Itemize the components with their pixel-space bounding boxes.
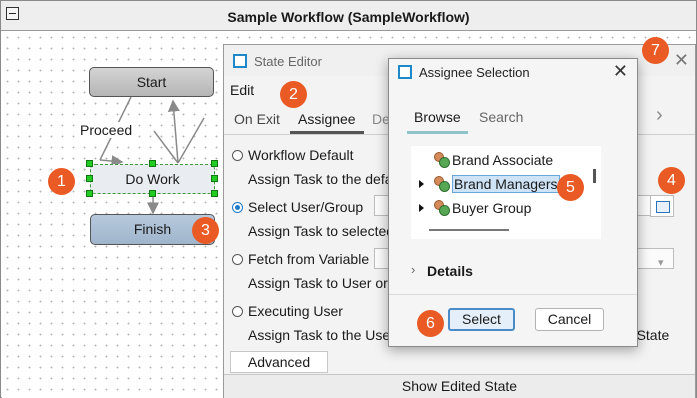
resize-handle[interactable] [211, 175, 218, 182]
node-start[interactable]: Start [89, 67, 214, 97]
expand-icon[interactable] [419, 204, 424, 212]
option-desc: Assign Task to the defa [248, 171, 393, 187]
resize-handle[interactable] [86, 160, 93, 167]
tab-on-exit[interactable]: On Exit [234, 111, 280, 127]
callout-badge: 2 [280, 81, 307, 108]
radio-icon[interactable] [232, 150, 243, 161]
expand-icon[interactable] [419, 180, 424, 188]
group-icon [433, 200, 450, 216]
workflow-titlebar: Sample Workflow (SampleWorkflow) [1, 1, 696, 31]
callout-badge: 5 [557, 174, 584, 201]
option-desc: Assign Task to selected [248, 223, 395, 239]
edge-loop-a [153, 130, 179, 164]
tree-item-label: Brand Managers [452, 175, 560, 193]
radio-icon[interactable] [232, 202, 243, 213]
workflow-title: Sample Workflow (SampleWorkflow) [227, 9, 470, 25]
dialog-title: Assignee Selection [419, 65, 530, 80]
divider [389, 294, 637, 295]
callout-badge: 3 [192, 217, 219, 244]
resize-handle[interactable] [149, 160, 156, 167]
tree-item-label: Brand Associate [452, 152, 554, 168]
chevron-down-icon: ▾ [658, 257, 664, 269]
callout-badge: 4 [658, 167, 685, 194]
option-executing-user[interactable]: Executing User [232, 303, 343, 319]
edge-label-proceed: Proceed [80, 122, 133, 138]
tab-browse[interactable]: Browse [407, 109, 468, 134]
option-label: Select User/Group [248, 199, 364, 215]
window-icon [233, 54, 247, 68]
details-toggle[interactable]: Details [427, 263, 473, 279]
option-desc: Assign Task to the User [248, 327, 395, 343]
callout-badge: 7 [642, 37, 669, 64]
option-label: Workflow Default [248, 147, 354, 163]
select-button[interactable]: Select [448, 308, 515, 331]
state-editor-title: State Editor [254, 54, 322, 69]
workflow-window: Sample Workflow (SampleWorkflow) Proceed… [0, 0, 697, 398]
option-workflow-default[interactable]: Workflow Default [232, 147, 354, 163]
chevron-right-icon[interactable]: › [411, 262, 415, 277]
group-icon [433, 152, 450, 168]
option-label: Fetch from Variable [248, 251, 370, 267]
resize-handle[interactable] [211, 190, 218, 197]
cancel-button[interactable]: Cancel [535, 308, 604, 331]
edge-loop-to-start [167, 99, 180, 164]
resize-handle[interactable] [149, 190, 156, 197]
tree-item-brand-associate[interactable]: Brand Associate [433, 152, 553, 168]
horizontal-scrollbar[interactable] [429, 229, 509, 231]
window-icon [398, 65, 412, 79]
assignee-selection-dialog: Assignee Selection ✕ Browse Search Brand… [388, 58, 638, 347]
tree-item-label: Buyer Group [452, 200, 532, 216]
vertical-scrollbar[interactable] [593, 169, 596, 183]
option-fetch-from-variable[interactable]: Fetch from Variable [232, 251, 369, 267]
close-icon[interactable]: ✕ [613, 61, 628, 82]
callout-badge: 6 [417, 310, 444, 337]
edge-proceed-to-work [99, 155, 124, 168]
advanced-button[interactable]: Advanced [230, 351, 328, 373]
dialog-titlebar: Assignee Selection ✕ [389, 59, 637, 87]
show-edited-state-button[interactable]: Show Edited State [224, 374, 695, 398]
resize-handle[interactable] [86, 190, 93, 197]
tab-search[interactable]: Search [479, 109, 523, 125]
edge-loop-b [177, 117, 205, 164]
option-desc: Assign Task to User or G [248, 275, 403, 291]
close-icon[interactable]: ✕ [674, 50, 689, 71]
resize-handle[interactable] [86, 175, 93, 182]
menu-edit[interactable]: Edit [230, 82, 254, 98]
tree-item-brand-managers[interactable]: Brand Managers [433, 175, 560, 193]
browse-assignee-icon[interactable] [650, 195, 674, 217]
radio-icon[interactable] [232, 254, 243, 265]
tab-assignee[interactable]: Assignee [290, 111, 364, 134]
resize-handle[interactable] [211, 160, 218, 167]
option-select-user-group[interactable]: Select User/Group [232, 199, 363, 215]
callout-badge: 1 [48, 168, 75, 195]
radio-icon[interactable] [232, 306, 243, 317]
chevron-right-icon[interactable]: › [656, 104, 663, 127]
group-icon [433, 176, 450, 192]
option-label: Executing User [248, 303, 343, 319]
tree-item-buyer-group[interactable]: Buyer Group [433, 200, 531, 216]
